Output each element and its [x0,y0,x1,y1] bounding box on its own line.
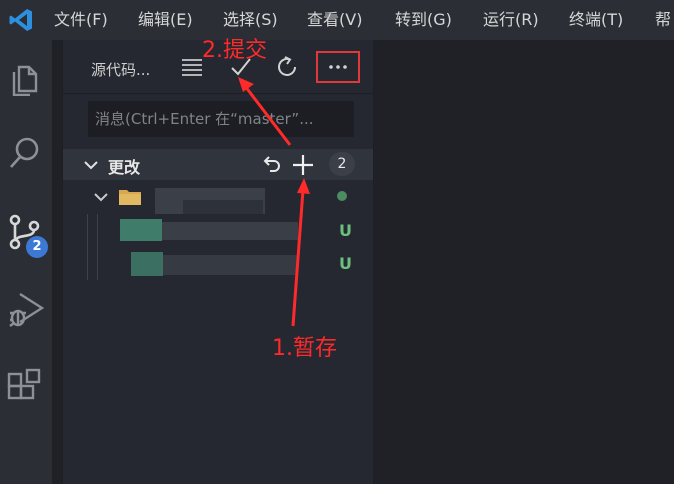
file-row[interactable]: U [63,214,373,247]
header-divider [63,93,373,94]
menu-terminal[interactable]: 终端(T) [569,10,623,30]
folder-modified-dot [337,191,347,201]
menu-run[interactable]: 运行(R) [483,10,539,30]
menu-help[interactable]: 帮 [655,10,671,30]
file-row[interactable]: U [63,247,373,280]
redacted-file-name [162,222,298,240]
stage-all-plus-icon[interactable] [291,153,315,177]
changes-label: 更改 [108,158,141,177]
extensions-icon[interactable] [6,368,44,406]
changes-group-header[interactable]: 更改 2 [63,149,373,180]
changes-count-badge: 2 [329,152,355,176]
untracked-status: U [339,221,352,240]
vscode-logo-icon[interactable] [8,7,34,33]
menu-view[interactable]: 查看(V) [307,10,362,30]
run-debug-icon[interactable] [6,290,44,328]
folder-icon [119,190,141,205]
redacted-file-name [163,255,297,275]
commit-message-input[interactable] [88,101,354,137]
menu-file[interactable]: 文件(F) [54,10,108,30]
activity-bar: 2 [0,40,52,484]
redacted-block [183,200,263,214]
panel-title: 源代码... [91,61,151,79]
search-icon[interactable] [6,134,44,172]
refresh-icon[interactable] [275,54,301,80]
redacted-file-icon [131,252,163,276]
menu-edit[interactable]: 编辑(E) [138,10,193,30]
folder-chevron-down-icon[interactable] [93,189,109,205]
untracked-status: U [339,254,352,273]
more-actions-button[interactable] [316,51,360,83]
explorer-icon[interactable] [6,58,44,96]
commit-annotation-label: 2.提交 [202,38,267,63]
menu-bar: 文件(F) 编辑(E) 选择(S) 查看(V) 转到(G) 运行(R) 终端(T… [0,0,674,40]
menu-selection[interactable]: 选择(S) [223,10,278,30]
source-control-badge: 2 [26,236,48,258]
redacted-file-icon [120,219,162,241]
ellipsis-icon [329,65,347,69]
discard-changes-icon[interactable] [261,154,283,176]
menu-go[interactable]: 转到(G) [395,10,452,30]
source-control-panel: 源代码... 更改 2 [62,40,374,484]
chevron-down-icon[interactable] [83,157,99,173]
stage-annotation-label: 1.暂存 [272,336,337,361]
editor-area [375,40,674,484]
